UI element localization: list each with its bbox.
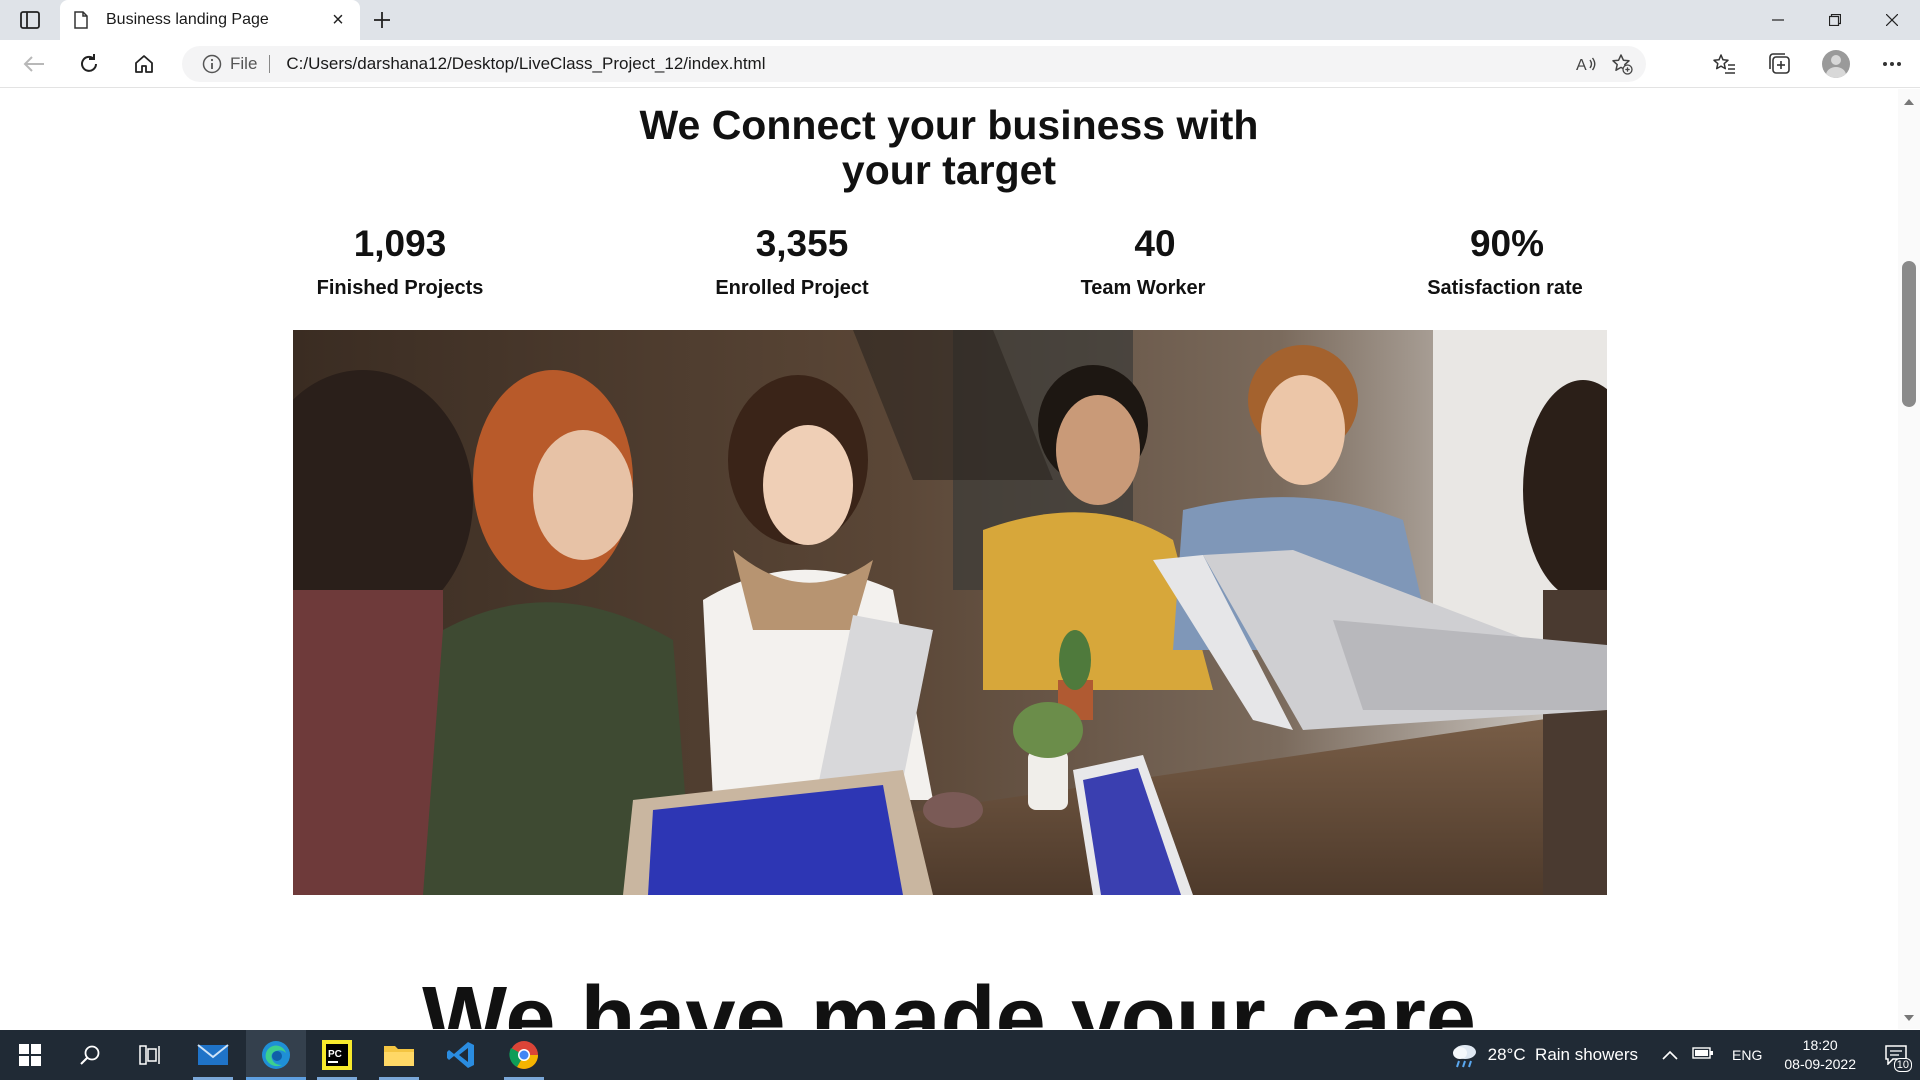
close-window-icon[interactable] [1863,0,1920,40]
stat-label: Finished Projects [316,277,484,299]
home-icon[interactable] [128,48,160,80]
mail-icon[interactable] [183,1030,243,1080]
more-menu-icon[interactable] [1864,46,1920,82]
vscode-icon[interactable] [431,1030,491,1080]
collections-icon[interactable] [1752,46,1808,82]
read-aloud-icon[interactable]: A [1568,46,1604,82]
team-meeting-photo [293,330,1607,895]
new-tab-icon[interactable] [368,6,396,34]
browser-titlebar: Business landing Page × [0,0,1920,40]
tab-title: Business landing Page [106,11,269,28]
stat-finished-projects: 1,093 Finished Projects [300,223,500,300]
edge-icon[interactable] [246,1030,306,1080]
chrome-icon[interactable] [494,1030,554,1080]
section-heading: We have made your care [422,969,1476,1029]
hero-title: We Connect your business with your targe… [0,103,1898,193]
stat-team-worker: 40 Team Worker [1043,223,1243,300]
scroll-thumb[interactable] [1902,261,1916,407]
clock-date: 08-09-2022 [1784,1056,1856,1072]
tab-close-icon[interactable]: × [326,8,350,32]
stat-value: 90% [1469,223,1545,264]
svg-text:A: A [1576,57,1587,74]
browser-toolbar: File C:/Users/darshana12/Desktop/LiveCla… [0,40,1920,88]
page-scrollbar[interactable] [1898,89,1920,1029]
svg-text:PC: PC [328,1049,342,1060]
language-indicator[interactable]: ENG [1732,1047,1762,1063]
stat-satisfaction-rate: 90% Satisfaction rate [1400,223,1610,300]
url-text[interactable]: C:/Users/darshana12/Desktop/LiveClass_Pr… [286,54,1568,74]
address-bar[interactable]: File C:/Users/darshana12/Desktop/LiveCla… [182,46,1646,82]
add-favorite-icon[interactable] [1604,46,1640,82]
back-arrow-icon[interactable] [18,48,50,80]
chevron-up-icon[interactable] [1662,1045,1678,1065]
weather-widget[interactable]: 28°C Rain showers [1450,1040,1638,1070]
search-icon[interactable] [60,1030,120,1080]
pycharm-icon[interactable]: PC [307,1030,367,1080]
page-viewport: We Connect your business with your targe… [0,89,1898,1029]
page-icon [74,10,92,30]
weather-text: 28°C Rain showers [1487,1045,1639,1064]
minimize-icon[interactable] [1749,0,1806,40]
rain-cloud-icon [1452,1045,1476,1068]
address-scheme-label: File [230,54,258,73]
stat-value: 40 [1134,223,1176,264]
windows-taskbar: PC 28°C Rain showers ENG 18:20 08-09-202… [0,1030,1920,1080]
clock-time: 18:20 [1802,1037,1838,1053]
toolbar-right-icons [1696,46,1920,82]
start-icon[interactable] [0,1030,60,1080]
scroll-up-icon[interactable] [1904,99,1914,105]
system-tray: 28°C Rain showers ENG 18:20 08-09-2022 1… [1450,1030,1920,1080]
stat-label: Enrolled Project [715,277,869,299]
window-controls [1749,0,1920,40]
clock[interactable]: 18:20 08-09-2022 [1784,1036,1856,1074]
browser-tab[interactable]: Business landing Page × [60,0,360,40]
notification-center-icon[interactable]: 10 [1876,1030,1916,1080]
restore-icon[interactable] [1806,0,1863,40]
stat-value: 3,355 [755,223,849,264]
info-icon[interactable] [202,54,222,74]
battery-icon[interactable] [1692,1045,1714,1065]
stat-enrolled-project: 3,355 Enrolled Project [682,223,902,300]
task-view-icon[interactable] [120,1030,180,1080]
scroll-down-icon[interactable] [1904,1015,1914,1021]
file-explorer-icon[interactable] [369,1030,429,1080]
hero-title-line-1: We Connect your business with [639,102,1259,148]
tab-actions-icon[interactable] [12,8,48,32]
hero-title-line-2: your target [841,147,1057,193]
stat-label: Team Worker [1080,277,1206,299]
favorites-icon[interactable] [1696,46,1752,82]
refresh-icon[interactable] [73,48,105,80]
notification-badge: 10 [1893,1058,1912,1072]
stat-label: Satisfaction rate [1427,277,1583,299]
profile-avatar-icon[interactable] [1808,46,1864,82]
address-separator [269,55,271,73]
stat-value: 1,093 [353,223,447,264]
